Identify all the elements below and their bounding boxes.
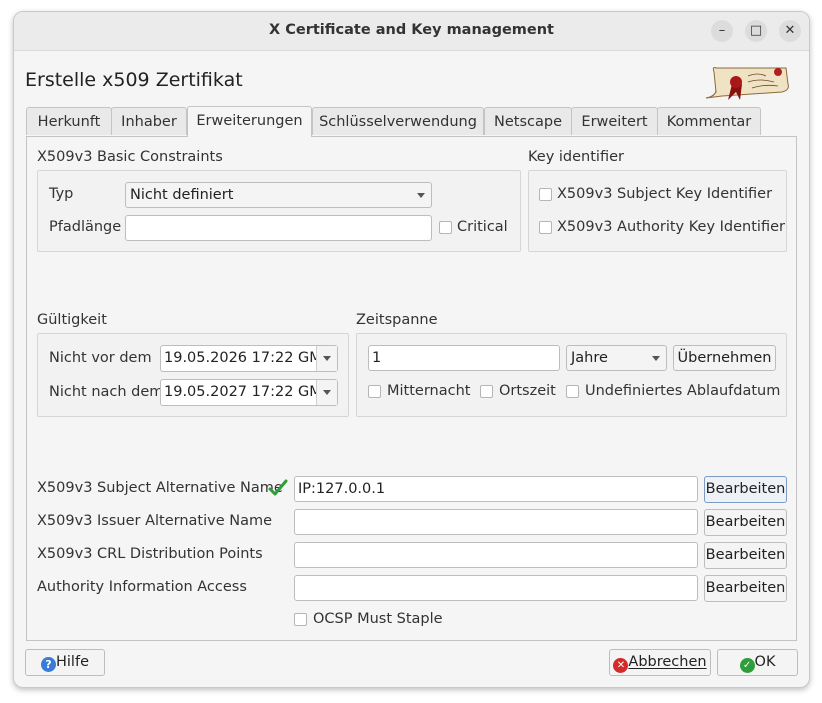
help-icon: ?	[41, 657, 56, 672]
subject-key-id-checkbox[interactable]	[539, 188, 552, 201]
help-button[interactable]: ? Hilfe	[25, 649, 105, 676]
dialog-window: X Certificate and Key management – □ ✕ E…	[13, 11, 810, 688]
pathlen-input[interactable]	[125, 215, 432, 241]
chevron-down-icon	[417, 193, 425, 198]
validity-group: Nicht vor dem 19.05.2026 17:22 GMT Nicht…	[37, 333, 349, 417]
undefined-expiry-checkbox[interactable]	[566, 385, 579, 398]
undefined-expiry-label: Undefiniertes Ablaufdatum	[585, 383, 781, 399]
tab-inhaber[interactable]: Inhaber	[111, 107, 187, 135]
key-identifier-title: Key identifier	[528, 149, 624, 165]
page-title: Erstelle x509 Zertifikat	[25, 69, 243, 91]
tab-herkunft[interactable]: Herkunft	[26, 107, 112, 135]
timespan-unit-value: Jahre	[571, 350, 608, 366]
key-identifier-group: X509v3 Subject Key Identifier X509v3 Aut…	[528, 170, 787, 252]
midnight-label: Mitternacht	[387, 383, 471, 399]
title-bar: X Certificate and Key management – □ ✕	[14, 12, 809, 51]
minimize-icon: –	[718, 23, 726, 38]
type-select[interactable]: Nicht definiert	[125, 182, 432, 208]
not-after-value: 19.05.2027 17:22 GMT	[164, 384, 331, 400]
timespan-unit-select[interactable]: Jahre	[566, 345, 667, 371]
maximize-icon: □	[749, 23, 763, 38]
chevron-down-icon	[323, 356, 331, 361]
cancel-button[interactable]: ✕ Abbrechen	[609, 649, 711, 676]
pathlen-label: Pfadlänge	[49, 219, 122, 235]
tab-erweitert[interactable]: Erweitert	[571, 107, 658, 135]
apply-timespan-button[interactable]: Übernehmen	[673, 345, 776, 371]
cancel-icon: ✕	[613, 658, 629, 673]
type-label: Typ	[49, 186, 74, 202]
not-before-label: Nicht vor dem	[49, 350, 152, 366]
crl-input[interactable]	[294, 542, 698, 568]
chevron-down-icon	[323, 390, 331, 395]
chevron-down-icon	[652, 356, 660, 361]
tab-kommentar[interactable]: Kommentar	[657, 107, 761, 135]
validity-title: Gültigkeit	[37, 312, 107, 328]
basic-constraints-title: X509v3 Basic Constraints	[37, 149, 223, 165]
timespan-group: 1 Jahre Übernehmen Mitternacht Ortszeit …	[356, 333, 787, 417]
authority-key-id-label: X509v3 Authority Key Identifier	[557, 219, 785, 235]
not-before-value: 19.05.2026 17:22 GMT	[164, 350, 331, 366]
window-title: X Certificate and Key management	[269, 22, 554, 38]
checkmark-icon	[268, 479, 288, 496]
minimize-button[interactable]: –	[711, 20, 733, 42]
ian-label: X509v3 Issuer Alternative Name	[37, 513, 273, 529]
close-icon: ✕	[784, 23, 796, 38]
extensions-panel: X509v3 Basic Constraints Typ Nicht defin…	[26, 136, 797, 641]
ok-icon: ✓	[739, 658, 755, 673]
timespan-title: Zeitspanne	[356, 312, 438, 328]
ocsp-must-staple-label: OCSP Must Staple	[313, 611, 443, 627]
timespan-amount-input[interactable]: 1	[368, 345, 560, 371]
localtime-checkbox[interactable]	[480, 385, 493, 398]
ian-input[interactable]	[294, 509, 698, 535]
localtime-label: Ortszeit	[499, 383, 556, 399]
not-after-label: Nicht nach dem	[49, 384, 164, 400]
ok-button[interactable]: ✓ OK	[717, 649, 798, 676]
subject-key-id-label: X509v3 Subject Key Identifier	[557, 186, 773, 202]
critical-label: Critical	[457, 219, 508, 235]
maximize-button[interactable]: □	[745, 20, 767, 42]
crl-label: X509v3 CRL Distribution Points	[37, 546, 263, 562]
help-label: Hilfe	[56, 654, 89, 670]
aia-edit-button[interactable]: Bearbeiten	[704, 575, 787, 602]
san-edit-button[interactable]: Bearbeiten	[704, 476, 787, 503]
cancel-label: Abbrechen	[628, 654, 707, 670]
type-select-value: Nicht definiert	[130, 187, 234, 203]
xca-logo-icon	[705, 67, 789, 100]
midnight-checkbox[interactable]	[368, 385, 381, 398]
close-button[interactable]: ✕	[779, 20, 801, 42]
basic-constraints-group: Typ Nicht definiert Pfadlänge Critical	[37, 170, 521, 252]
ian-edit-button[interactable]: Bearbeiten	[704, 509, 787, 536]
san-input[interactable]: IP:127.0.0.1	[294, 476, 698, 502]
tab-netscape[interactable]: Netscape	[484, 107, 572, 135]
tab-erweiterungen[interactable]: Erweiterungen	[187, 106, 312, 137]
authority-key-id-checkbox[interactable]	[539, 221, 552, 234]
crl-edit-button[interactable]: Bearbeiten	[704, 542, 787, 569]
not-after-datetime[interactable]: 19.05.2027 17:22 GMT	[160, 379, 338, 406]
aia-input[interactable]	[294, 575, 698, 601]
tab-schluesselverwendung[interactable]: Schlüsselverwendung	[312, 107, 484, 135]
ok-label: OK	[754, 654, 776, 670]
ocsp-must-staple-checkbox[interactable]	[294, 613, 307, 626]
aia-label: Authority Information Access	[37, 579, 247, 595]
not-before-datetime[interactable]: 19.05.2026 17:22 GMT	[160, 345, 338, 372]
critical-checkbox[interactable]	[439, 221, 452, 234]
san-label: X509v3 Subject Alternative Name	[37, 480, 283, 496]
